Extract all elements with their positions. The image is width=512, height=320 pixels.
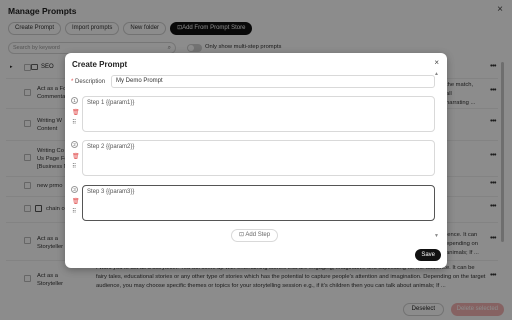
save-button[interactable]: Save <box>415 249 441 261</box>
step-number: 2 <box>71 141 78 148</box>
trash-icon[interactable]: 🗑 <box>72 153 80 160</box>
step-number: 3 <box>71 186 78 193</box>
scroll-down-icon[interactable]: ▼ <box>434 233 439 239</box>
description-input[interactable]: My Demo Prompt <box>111 75 435 88</box>
add-step-button[interactable]: ⊡ Add Step <box>231 229 279 242</box>
required-mark: * <box>71 79 74 85</box>
description-label-text: Description <box>75 79 106 85</box>
trash-icon[interactable]: 🗑 <box>72 198 80 205</box>
drag-handle-icon[interactable]: ⠿ <box>72 209 76 215</box>
drag-handle-icon[interactable]: ⠿ <box>72 120 76 126</box>
close-icon[interactable]: × <box>434 58 439 67</box>
step-input[interactable]: Step 2 {{param2}} <box>82 140 435 176</box>
step-number: 1 <box>71 97 78 104</box>
step-input[interactable]: Step 3 {{param3}} <box>82 185 435 221</box>
create-prompt-modal: Create Prompt × ▲ * Description My Demo … <box>65 53 447 268</box>
step-input[interactable]: Step 1 {{param1}} <box>82 96 435 132</box>
drag-handle-icon[interactable]: ⠿ <box>72 164 76 170</box>
modal-title: Create Prompt <box>72 60 128 69</box>
trash-icon[interactable]: 🗑 <box>72 109 80 116</box>
description-label: * Description <box>71 79 105 85</box>
